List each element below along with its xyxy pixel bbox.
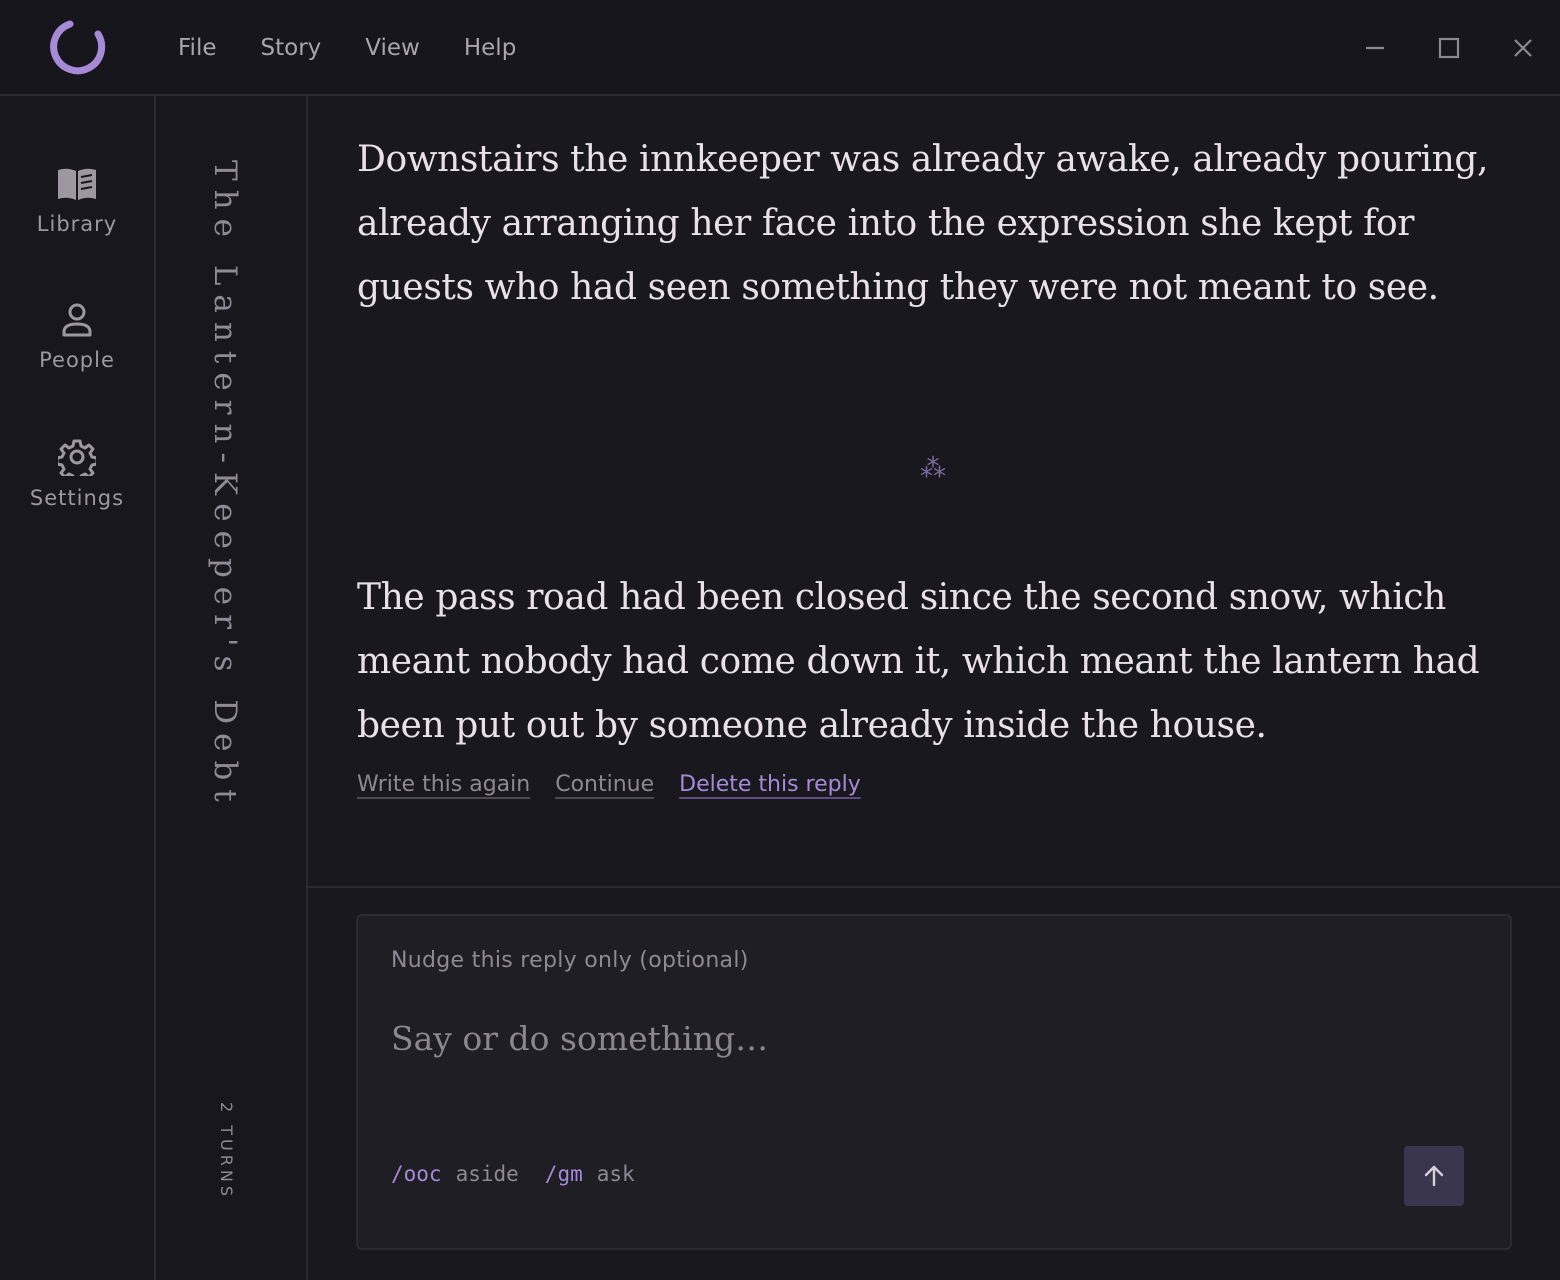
book-icon (58, 168, 96, 200)
nav-library-label: Library (36, 212, 118, 236)
menu-view[interactable]: View (365, 35, 420, 61)
story-paragraph: The pass road had been closed since the … (357, 577, 1480, 746)
composer-box: Nudge this reply only (optional) /ooc as… (356, 914, 1512, 1250)
arrow-up-icon (1424, 1165, 1444, 1187)
turn-count: 2 TURNS (217, 1102, 236, 1200)
hint-description: ask (596, 1162, 635, 1186)
close-icon (1514, 39, 1532, 57)
continue-button[interactable]: Continue (555, 772, 654, 797)
close-button[interactable] (1505, 30, 1541, 66)
nav-people-label: People (39, 348, 115, 372)
left-nav: Library People Settings (0, 96, 156, 1280)
person-icon (62, 303, 92, 337)
reply-actions: Write this again Continue Delete this re… (357, 772, 886, 797)
nav-settings-label: Settings (29, 486, 125, 510)
menu-help[interactable]: Help (464, 35, 516, 61)
title-bar: File Story View Help (0, 0, 1560, 96)
nav-people[interactable]: People (0, 302, 154, 372)
hint-description: aside (455, 1162, 519, 1186)
story-transcript: Downstairs the innkeeper was already awa… (308, 96, 1560, 886)
composer-area: Nudge this reply only (optional) /ooc as… (308, 886, 1560, 1280)
nudge-label: Nudge this reply only (optional) (391, 948, 749, 973)
menu-bar: File Story View Help (178, 0, 560, 96)
gear-icon (58, 439, 96, 476)
minimize-button[interactable] (1357, 30, 1393, 66)
app-logo[interactable] (48, 18, 108, 78)
menu-story[interactable]: Story (261, 35, 322, 61)
minimize-icon (1366, 46, 1384, 50)
maximize-icon (1438, 37, 1460, 59)
story-paragraph: Downstairs the innkeeper was already awa… (357, 139, 1489, 308)
send-button[interactable] (1404, 1146, 1464, 1206)
rewrite-button[interactable]: Write this again (357, 772, 530, 797)
hint-command[interactable]: /ooc (391, 1162, 442, 1186)
menu-file[interactable]: File (178, 35, 217, 61)
message-input[interactable] (391, 1008, 1351, 1068)
section-divider: ⁂ (920, 454, 946, 484)
hint-command[interactable]: /gm (545, 1162, 583, 1186)
command-hints: /ooc aside /gm ask (391, 1162, 661, 1186)
maximize-button[interactable] (1431, 30, 1467, 66)
nav-settings[interactable]: Settings (0, 438, 154, 510)
nav-library[interactable]: Library (0, 166, 154, 236)
delete-reply-button[interactable]: Delete this reply (679, 772, 861, 797)
story-title: The Lantern-Keeper's Debt (207, 160, 243, 811)
